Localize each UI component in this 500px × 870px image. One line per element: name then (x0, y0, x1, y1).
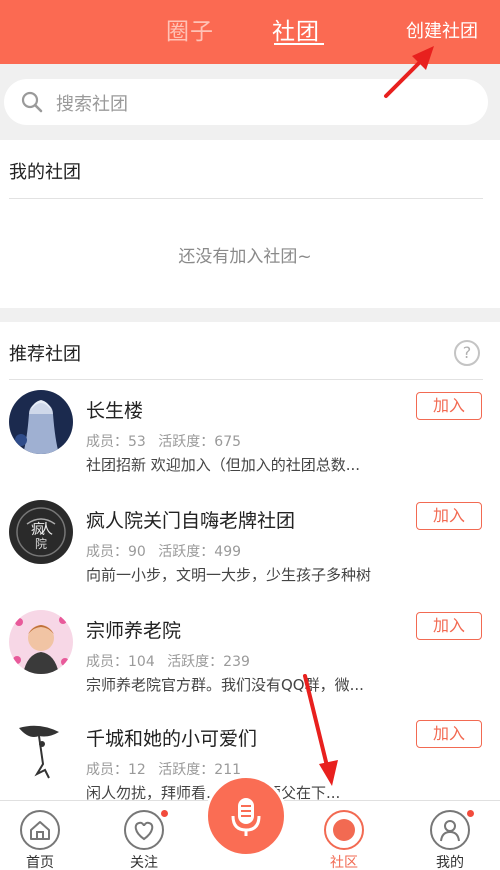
club-name: 千城和她的小可爱们 (86, 728, 258, 750)
my-clubs-title: 我的社团 (9, 162, 81, 183)
notification-dot (160, 809, 169, 818)
nav-label-home: 首页 (26, 855, 54, 870)
recommended-clubs-section: 推荐社团 ? 长生楼 成员：53 活跃度：675 社团招新 欢迎加入（但加入的社… (0, 322, 500, 802)
club-item[interactable]: 疯 人 院 疯人院关门自嗨老牌社团 成员：90 活跃度：499 向前一小步，文明… (0, 500, 500, 610)
club-avatar (9, 718, 73, 782)
tab-shetuan[interactable]: 社团 (272, 12, 320, 46)
club-activity: 活跃度：499 (158, 544, 242, 560)
club-description: 宗师养老院官方群。我们没有QQ群，微... (86, 676, 364, 694)
club-item[interactable]: 长生楼 成员：53 活跃度：675 社团招新 欢迎加入（但加入的社团总数... … (0, 390, 500, 500)
club-stats: 成员：90 活跃度：499 (86, 541, 249, 561)
recommended-title: 推荐社团 (9, 344, 81, 365)
club-name: 疯人院关门自嗨老牌社团 (86, 510, 296, 532)
create-club-button[interactable]: 创建社团 (406, 17, 478, 43)
top-bar: 圈子 社团 创建社团 (0, 0, 500, 64)
divider (9, 379, 483, 380)
club-members: 成员：12 (86, 762, 146, 778)
microphone-button[interactable] (205, 775, 287, 857)
bottom-nav: 首页 关注 社区 我的 (0, 775, 500, 870)
club-activity: 活跃度：675 (158, 434, 242, 450)
search-area: 搜索社团 (0, 64, 500, 140)
join-button[interactable]: 加入 (416, 502, 482, 530)
club-avatar: 疯 人 院 (9, 500, 73, 564)
club-members: 成员：90 (86, 544, 146, 560)
club-stats: 成员：12 活跃度：211 (86, 759, 249, 779)
search-input[interactable]: 搜索社团 (4, 79, 488, 125)
club-description: 向前一小步，文明一大步，少生孩子多种树 (86, 566, 372, 584)
club-avatar (9, 390, 73, 454)
profile-icon (430, 810, 470, 850)
club-item[interactable]: 宗师养老院 成员：104 活跃度：239 宗师养老院官方群。我们没有QQ群，微.… (0, 610, 500, 720)
svg-text:院: 院 (35, 537, 47, 551)
divider (9, 198, 483, 199)
nav-item-follow[interactable]: 关注 (104, 801, 184, 870)
nav-item-community[interactable]: 社区 (304, 801, 384, 870)
club-stats: 成员：53 活跃度：675 (86, 431, 249, 451)
join-button[interactable]: 加入 (416, 612, 482, 640)
search-icon (21, 91, 43, 113)
club-members: 成员：104 (86, 654, 155, 670)
join-button[interactable]: 加入 (416, 392, 482, 420)
club-stats: 成员：104 活跃度：239 (86, 651, 258, 671)
active-tab-indicator (274, 43, 324, 45)
club-activity: 活跃度：239 (167, 654, 250, 670)
svg-text:人: 人 (39, 522, 53, 538)
club-name: 长生楼 (86, 400, 144, 422)
nav-label-community: 社区 (330, 855, 358, 870)
join-button[interactable]: 加入 (416, 720, 482, 748)
club-activity: 活跃度：211 (158, 762, 242, 778)
nav-item-me[interactable]: 我的 (410, 801, 490, 870)
home-icon (20, 810, 60, 850)
heart-icon (124, 810, 164, 850)
nav-item-home[interactable]: 首页 (0, 801, 80, 870)
search-placeholder: 搜索社团 (56, 94, 128, 115)
tab-quanzi[interactable]: 圈子 (166, 12, 214, 46)
club-description: 社团招新 欢迎加入（但加入的社团总数... (86, 456, 361, 474)
community-icon (324, 810, 364, 850)
club-avatar (9, 610, 73, 674)
club-name: 宗师养老院 (86, 620, 182, 642)
my-clubs-section: 我的社团 还没有加入社团~ (0, 140, 500, 308)
notification-dot (466, 809, 475, 818)
nav-label-me: 我的 (436, 855, 464, 870)
help-icon[interactable]: ? (454, 340, 480, 366)
nav-label-follow: 关注 (130, 855, 158, 870)
club-members: 成员：53 (86, 434, 146, 450)
empty-state-text: 还没有加入社团~ (178, 247, 312, 267)
microphone-icon (231, 798, 261, 836)
